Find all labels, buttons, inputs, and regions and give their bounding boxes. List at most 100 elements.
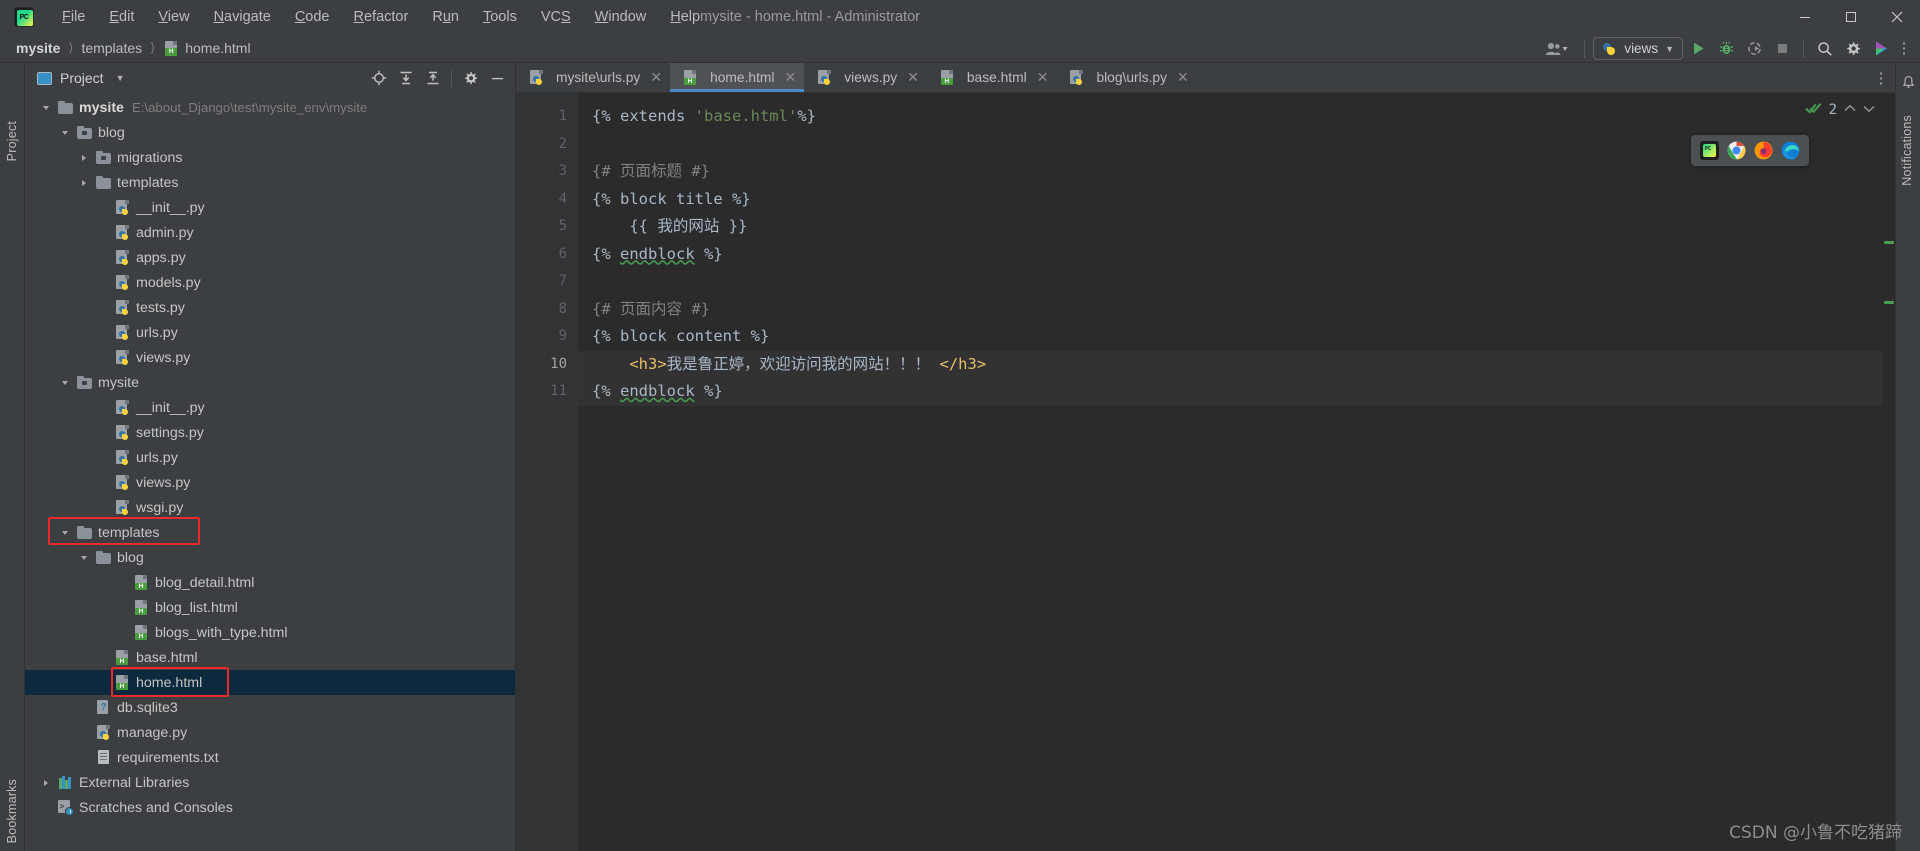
tree-item-blog-list-html[interactable]: Hblog_list.html xyxy=(25,595,515,620)
breadcrumb-item-mysite[interactable]: mysite xyxy=(16,40,60,56)
chevron-right-icon[interactable] xyxy=(79,151,92,164)
tree-item-urls-py[interactable]: urls.py xyxy=(25,320,515,345)
tree-item-templates[interactable]: templates xyxy=(25,170,515,195)
pycharm-icon[interactable]: PC xyxy=(1700,141,1719,160)
project-file-tree[interactable]: mysite E:\about_Django\test\mysite_env\my… xyxy=(25,93,515,851)
chevron-down-icon[interactable] xyxy=(60,376,73,389)
menu-tools[interactable]: Tools xyxy=(471,5,529,29)
code-line[interactable] xyxy=(578,268,1895,296)
menu-refactor[interactable]: Refactor xyxy=(342,5,421,29)
tree-item-models-py[interactable]: models.py xyxy=(25,270,515,295)
tree-item-blogs-with-type-html[interactable]: Hblogs_with_type.html xyxy=(25,620,515,645)
tree-item-base-html[interactable]: Hbase.html xyxy=(25,645,515,670)
edge-icon[interactable] xyxy=(1781,141,1800,160)
tree-item-mysite[interactable]: mysite xyxy=(25,370,515,395)
editor-tab-blog-urls-py[interactable]: blog\urls.py ✕ xyxy=(1056,63,1196,92)
code-line[interactable]: {% extends 'base.html'%} xyxy=(578,103,1895,131)
chrome-icon[interactable] xyxy=(1727,141,1746,160)
menu-file[interactable]: File xyxy=(50,5,97,29)
close-tab-icon[interactable]: ✕ xyxy=(1177,69,1189,86)
tree-item-apps-py[interactable]: apps.py xyxy=(25,245,515,270)
close-button[interactable] xyxy=(1874,0,1920,34)
chevron-down-icon[interactable] xyxy=(60,526,73,539)
more-tabs-icon[interactable]: ⋮ xyxy=(1871,66,1891,90)
collapse-all-icon[interactable] xyxy=(421,66,445,90)
error-stripe-gutter[interactable] xyxy=(1883,93,1895,851)
code-line[interactable]: {% block title %} xyxy=(578,186,1895,214)
menu-view[interactable]: View xyxy=(146,5,201,29)
tree-item-migrations[interactable]: migrations xyxy=(25,145,515,170)
minimize-button[interactable] xyxy=(1782,0,1828,34)
tree-item-blog-detail-html[interactable]: Hblog_detail.html xyxy=(25,570,515,595)
expand-all-icon[interactable] xyxy=(394,66,418,90)
search-everywhere-icon[interactable] xyxy=(1812,37,1838,61)
hide-panel-icon[interactable] xyxy=(485,66,509,90)
menu-vcs[interactable]: VCS xyxy=(529,5,583,29)
maximize-button[interactable] xyxy=(1828,0,1874,34)
rail-button-bookmarks[interactable]: Bookmarks xyxy=(5,779,19,843)
chevron-down-icon[interactable] xyxy=(60,126,73,139)
updates-icon[interactable] xyxy=(1868,37,1894,61)
code-line[interactable]: {% endblock %} xyxy=(578,378,1895,406)
close-tab-icon[interactable]: ✕ xyxy=(1037,69,1049,86)
tree-item-blog[interactable]: blog xyxy=(25,545,515,570)
editor-tab-home-html[interactable]: Hhome.html ✕ xyxy=(670,63,805,92)
chevron-right-icon[interactable] xyxy=(79,176,92,189)
more-toolbar-options[interactable]: ⋮ xyxy=(1896,37,1912,61)
code-line[interactable]: {# 页面内容 #} xyxy=(578,296,1895,324)
tree-item-blog[interactable]: blog xyxy=(25,120,515,145)
tree-item-requirements-txt[interactable]: requirements.txt xyxy=(25,745,515,770)
code-line[interactable]: {% endblock %} xyxy=(578,241,1895,269)
breadcrumb-item-templates[interactable]: templates xyxy=(81,40,142,56)
menu-run[interactable]: Run xyxy=(420,5,471,29)
notifications-bell-icon[interactable] xyxy=(1901,75,1916,90)
locate-icon[interactable] xyxy=(367,66,391,90)
tree-item-wsgi-py[interactable]: wsgi.py xyxy=(25,495,515,520)
previous-problem-icon[interactable] xyxy=(1844,103,1856,116)
close-tab-icon[interactable]: ✕ xyxy=(785,69,797,86)
chevron-down-icon[interactable] xyxy=(41,101,54,114)
editor-tabs-overflow[interactable]: ⋮ xyxy=(1871,63,1891,93)
menu-edit[interactable]: Edit xyxy=(97,5,146,29)
code-line[interactable]: {{ 我的网站 }} xyxy=(578,213,1895,241)
tree-item-templates[interactable]: templates xyxy=(25,520,515,545)
close-tab-icon[interactable]: ✕ xyxy=(907,69,919,86)
settings-gear-icon[interactable] xyxy=(458,66,482,90)
debug-button[interactable] xyxy=(1713,37,1739,61)
menu-navigate[interactable]: Navigate xyxy=(202,5,283,29)
error-stripe-mark[interactable] xyxy=(1884,241,1894,244)
menu-code[interactable]: Code xyxy=(283,5,342,29)
menu-window[interactable]: Window xyxy=(583,5,659,29)
close-tab-icon[interactable]: ✕ xyxy=(650,69,662,86)
tree-item-scratches-and-consoles[interactable]: >_ Scratches and Consoles xyxy=(25,795,515,820)
inspection-widget[interactable]: 2 xyxy=(1804,101,1875,118)
breadcrumb-item-home-html[interactable]: H home.html xyxy=(163,40,251,57)
tree-item-init-py[interactable]: __init__.py xyxy=(25,195,515,220)
user-avatar-icon[interactable] xyxy=(1538,37,1576,61)
tree-item-manage-py[interactable]: manage.py xyxy=(25,720,515,745)
rail-button-notifications[interactable]: Notifications xyxy=(1900,115,1914,186)
tree-item-views-py[interactable]: views.py xyxy=(25,345,515,370)
tree-item-external-libraries[interactable]: External Libraries xyxy=(25,770,515,795)
firefox-icon[interactable] xyxy=(1754,141,1773,160)
tree-item-settings-py[interactable]: settings.py xyxy=(25,420,515,445)
editor-tab-views-py[interactable]: views.py ✕ xyxy=(804,63,927,92)
error-stripe-mark[interactable] xyxy=(1884,301,1894,304)
run-configuration-selector[interactable]: views ▼ xyxy=(1593,37,1683,60)
tree-item-urls-py[interactable]: urls.py xyxy=(25,445,515,470)
code-content[interactable]: {% extends 'base.html'%} {# 页面标题 #} {% bl… xyxy=(578,93,1895,851)
editor-tab-mysite-urls-py[interactable]: mysite\urls.py ✕ xyxy=(516,63,670,92)
chevron-down-icon[interactable]: ▼ xyxy=(116,73,125,83)
stop-button[interactable] xyxy=(1769,37,1795,61)
tree-item-admin-py[interactable]: admin.py xyxy=(25,220,515,245)
settings-gear-icon[interactable] xyxy=(1840,37,1866,61)
run-with-coverage-button[interactable] xyxy=(1741,37,1767,61)
code-line[interactable]: {% block content %} xyxy=(578,323,1895,351)
next-problem-icon[interactable] xyxy=(1863,103,1875,116)
tree-item-tests-py[interactable]: tests.py xyxy=(25,295,515,320)
code-line[interactable]: <h3>我是鲁正婷，欢迎访问我的网站！！！ </h3> xyxy=(578,350,1895,378)
tree-item-views-py[interactable]: views.py xyxy=(25,470,515,495)
tree-item-db-sqlite3[interactable]: ? db.sqlite3 xyxy=(25,695,515,720)
tree-item-init-py[interactable]: __init__.py xyxy=(25,395,515,420)
chevron-down-icon[interactable] xyxy=(79,551,92,564)
